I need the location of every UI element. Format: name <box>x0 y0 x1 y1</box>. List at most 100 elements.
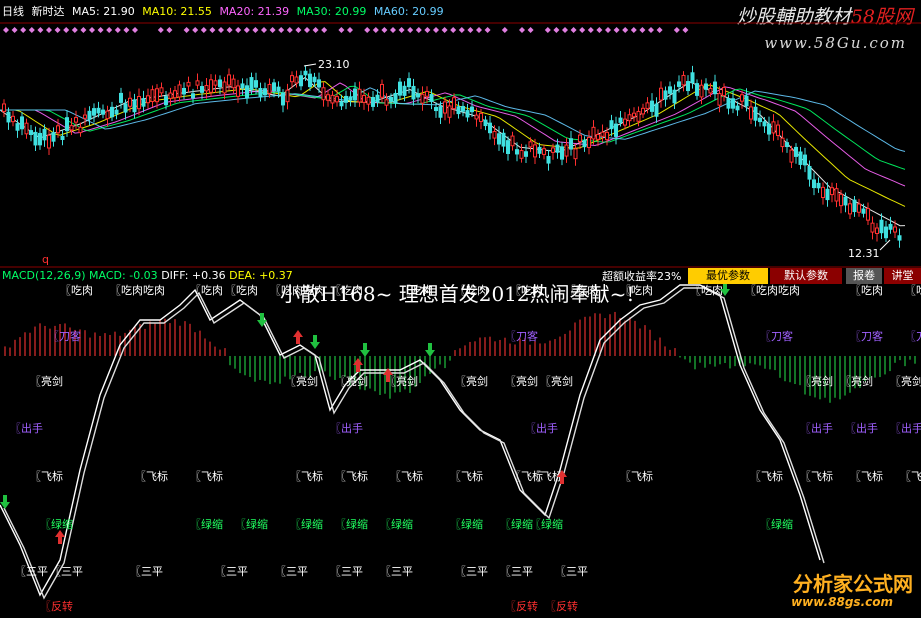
candle-body <box>209 79 213 93</box>
signal-diamond <box>407 27 414 33</box>
candle-body <box>182 87 186 95</box>
lecture-button[interactable]: 讲堂 <box>884 268 921 284</box>
candle-body <box>704 83 708 90</box>
report-button[interactable]: 报卷 <box>846 268 882 284</box>
high-annotation-line <box>303 63 317 67</box>
signal-label-row1: 〖吃肉吃肉 <box>110 284 165 297</box>
signal-diamond <box>648 27 654 33</box>
signal-label-row1: 〖吃肉 <box>190 284 223 297</box>
signal-label-row8: 〖反转 <box>40 599 73 613</box>
candle-body <box>321 87 326 101</box>
signal-label-row8: 〖反转 <box>505 599 538 613</box>
signal-diamond <box>630 27 637 33</box>
signal-diamond <box>218 27 224 33</box>
candle-body <box>227 74 231 86</box>
candle-body <box>497 133 501 145</box>
candle-body <box>870 222 875 233</box>
candle-body <box>668 86 672 94</box>
signal-label-row3: 〖亮剑 <box>335 374 368 388</box>
candle-body <box>29 130 33 136</box>
signal-label-row2: 〖刀客 <box>48 329 81 343</box>
candle-body <box>852 199 857 213</box>
candle-body <box>402 85 407 96</box>
candle-body <box>375 94 380 103</box>
candle-body <box>371 97 375 107</box>
candle-body <box>312 76 317 83</box>
signal-label-row3: 〖亮剑 <box>800 374 833 388</box>
site-watermark: 分析家公式网 <box>793 572 913 596</box>
candle-body <box>240 83 245 89</box>
signal-diamond <box>415 27 422 33</box>
candle-body <box>272 82 276 92</box>
candle-body <box>155 88 159 103</box>
signal-diamond <box>157 27 164 33</box>
candle-body <box>776 124 780 136</box>
high-annotation-label: 23.10 <box>318 58 350 71</box>
signal-diamond <box>304 27 310 33</box>
candle-body <box>537 146 542 154</box>
candle-body <box>362 94 366 103</box>
candle-body <box>11 115 15 123</box>
candle-body <box>69 125 74 131</box>
candle-body <box>438 106 443 118</box>
candle-body <box>848 203 852 215</box>
candle-body <box>632 112 636 118</box>
candle-body <box>812 179 816 189</box>
candle-body <box>425 90 429 97</box>
signal-label-row7: 〖三平 <box>500 565 533 578</box>
candle-body <box>56 125 60 134</box>
candle-body <box>78 126 83 134</box>
candle-body <box>303 70 308 76</box>
candle-body <box>645 102 650 110</box>
candle-body <box>132 99 137 113</box>
candle-body <box>317 79 321 88</box>
candle-body <box>384 99 389 106</box>
candle-body <box>663 90 668 100</box>
signal-label-row1: 〖吃肉吃肉 <box>745 284 800 297</box>
candle-body <box>452 97 456 110</box>
candle-body <box>488 122 492 134</box>
candle-body <box>713 81 717 95</box>
candle-body <box>780 137 785 148</box>
candle-body <box>573 148 578 160</box>
candle-body <box>137 96 141 110</box>
candle-body <box>600 131 605 137</box>
candle-body <box>393 92 398 104</box>
signal-diamond <box>338 27 345 33</box>
signal-diamond <box>398 27 405 33</box>
candle-body <box>681 74 686 86</box>
signal-diamond <box>286 27 293 33</box>
candle-body <box>699 84 704 98</box>
candle-body <box>677 81 681 87</box>
candle-body <box>213 80 218 86</box>
candle-body <box>740 94 744 102</box>
candle-body <box>339 101 344 107</box>
candle-body <box>897 235 902 241</box>
candle-body <box>168 92 173 99</box>
optimal-params-button[interactable]: 最优参数 <box>688 268 768 284</box>
candle-body <box>821 186 825 199</box>
default-params-button[interactable]: 默认参数 <box>770 268 842 284</box>
signal-diamond <box>424 27 431 33</box>
candle-body <box>128 97 132 107</box>
candle-body <box>731 98 735 109</box>
candle-body <box>245 85 249 99</box>
candle-body <box>123 103 128 113</box>
candle-body <box>524 151 528 157</box>
candle-body <box>267 83 272 94</box>
candle-body <box>560 146 564 160</box>
signal-diamond <box>527 27 534 33</box>
signal-label-row1: 〖吃肉 <box>690 284 723 297</box>
signal-diamond <box>63 27 70 33</box>
signal-diamond <box>11 27 18 33</box>
candle-body <box>222 81 227 94</box>
signal-label-row7: 〖三平 <box>455 565 488 578</box>
signal-label-row6: 〖绿缩 <box>190 517 223 531</box>
signal-diamond <box>596 27 603 33</box>
candle-body <box>119 92 123 103</box>
candle-body <box>618 117 623 123</box>
candle-body <box>785 142 789 148</box>
candle-body <box>843 196 848 206</box>
signal-diamond <box>484 27 491 33</box>
candle-body <box>726 98 731 109</box>
